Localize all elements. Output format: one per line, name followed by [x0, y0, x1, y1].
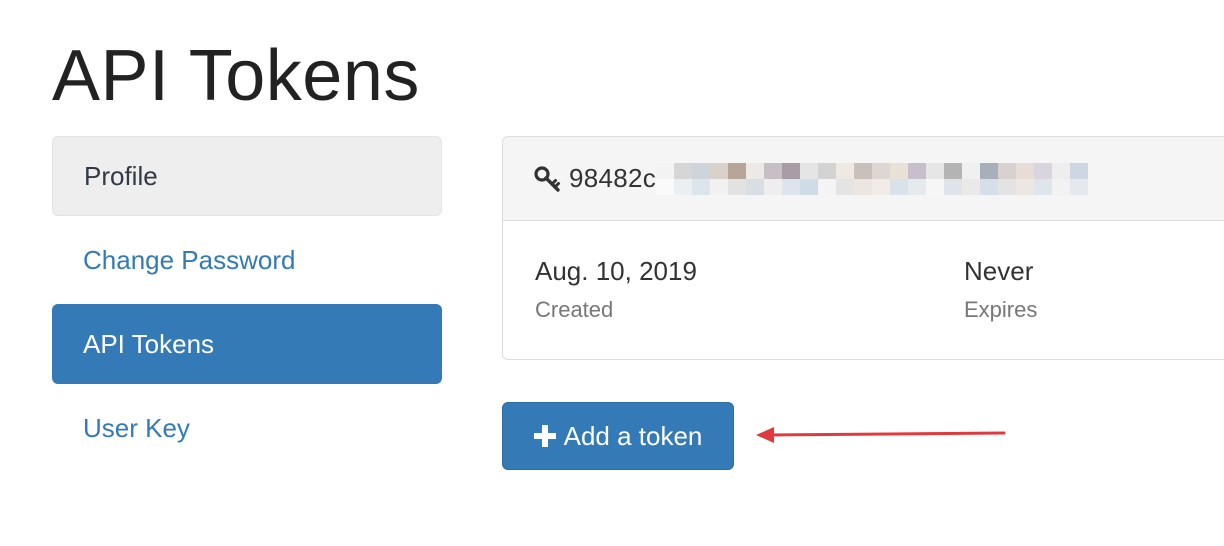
page-title: API Tokens: [52, 36, 420, 116]
token-details: Aug. 10, 2019 Created Never Expires: [503, 221, 1224, 359]
annotation-arrow: [756, 427, 1006, 443]
token-created: Aug. 10, 2019 Created: [535, 255, 697, 323]
sidebar-item-profile[interactable]: Profile: [52, 136, 442, 216]
token-panel: 98482c Aug. 10, 2019 Created Never Expir…: [502, 136, 1224, 360]
created-date: Aug. 10, 2019: [535, 256, 697, 286]
plus-icon: [533, 425, 556, 447]
token-value: 98482c: [569, 163, 657, 193]
sidebar-item-user-key[interactable]: User Key: [52, 388, 442, 468]
expires-value: Never: [964, 256, 1034, 286]
expires-label: Expires: [964, 297, 1038, 322]
add-token-button[interactable]: Add a token: [502, 402, 734, 470]
token-expires: Never Expires: [964, 255, 1037, 323]
sidebar-item-api-tokens[interactable]: API Tokens: [52, 304, 442, 384]
created-label: Created: [535, 297, 614, 322]
add-token-label: Add a token: [563, 420, 703, 451]
sidebar-item-change-password[interactable]: Change Password: [52, 220, 442, 300]
sidebar-nav: Profile Change Password API Tokens User …: [52, 136, 442, 472]
key-icon: [533, 164, 563, 194]
token-redacted-blur: [656, 162, 1089, 195]
token-header: 98482c: [503, 137, 1224, 221]
